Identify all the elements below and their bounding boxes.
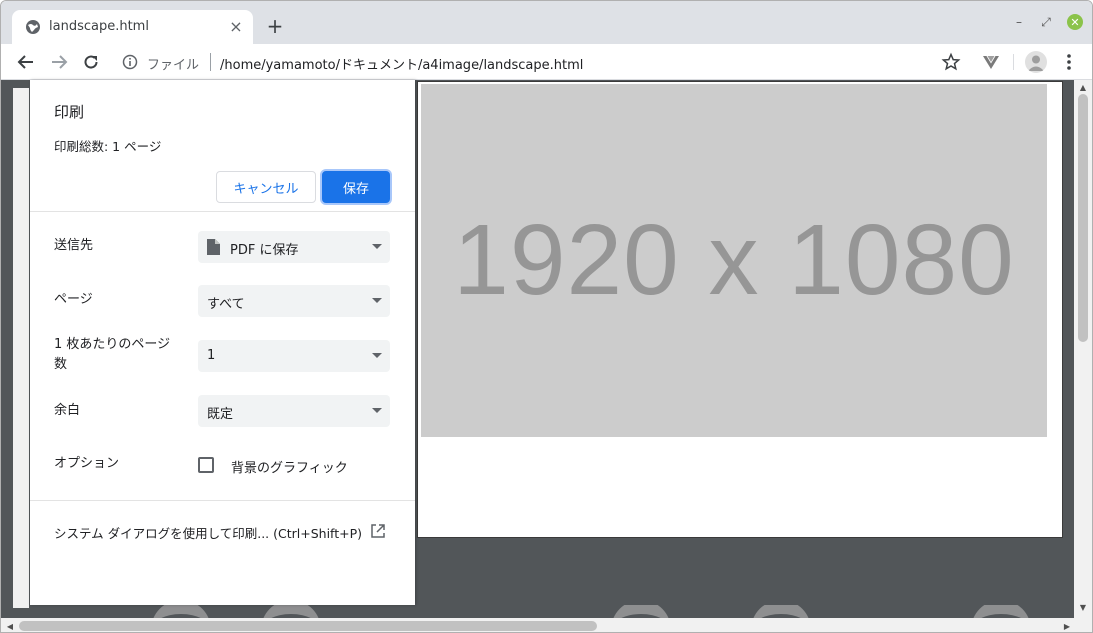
pages-per-sheet-label: 1 枚あたりのページ 数 [54,335,170,375]
preview-page: 1920 x 1080 [418,82,1062,537]
margins-select[interactable]: 既定 [198,395,390,427]
placeholder-image: 1920 x 1080 [421,84,1047,437]
page-background [13,88,29,608]
window-close-button[interactable]: ✕ [1067,14,1083,30]
scroll-right-icon[interactable]: ▶ [1061,620,1073,632]
destination-value: PDF に保存 [230,243,299,258]
pages-per-sheet-select[interactable]: 1 [198,340,390,372]
print-preview-area: 1920 x 1080 [415,80,1065,605]
tab-title: landscape.html [49,19,149,34]
pages-per-sheet-label-line1: 1 枚あたりのページ [54,337,171,352]
document-icon [207,239,220,255]
toolbar: ファイル /home/yamamoto/ドキュメント/a4image/lands… [1,44,1092,80]
address-bar[interactable]: ファイル /home/yamamoto/ドキュメント/a4image/lands… [115,48,995,76]
pages-select[interactable]: すべて [198,285,390,317]
new-tab-button[interactable]: + [265,14,285,38]
forward-button[interactable] [49,52,69,72]
minimize-button[interactable]: – [1011,14,1027,30]
cancel-button[interactable]: キャンセル [216,171,316,203]
tab-landscape[interactable]: landscape.html × [12,10,253,44]
system-dialog-link[interactable]: システム ダイアログを使用して印刷... (Ctrl+Shift+P) [54,523,362,542]
dropdown-arrow-icon [372,298,382,303]
avatar[interactable] [1025,51,1047,73]
scrollbar-corner [1074,618,1092,632]
more-menu-icon[interactable] [1059,52,1079,72]
pages-label: ページ [54,292,93,307]
placeholder-text: 1920 x 1080 [453,204,1015,316]
open-in-new-icon[interactable] [370,523,386,539]
url-text[interactable]: /home/yamamoto/ドキュメント/a4image/landscape.… [220,54,583,73]
destination-label: 送信先 [54,238,94,253]
print-dialog: 印刷 印刷総数: 1 ページ キャンセル 保存 送信先 PDF に保存 ページ … [30,80,415,605]
profile-icon [1028,55,1044,71]
vertical-scroll-thumb[interactable] [1078,94,1088,342]
url-separator [210,53,211,71]
footer-divider [30,500,415,501]
toolbar-separator [1013,54,1014,70]
dropdown-arrow-icon [372,353,382,358]
title-bar: landscape.html × + – ⤢ ✕ [1,1,1092,44]
options-label: オプション [54,456,120,471]
margins-value: 既定 [207,407,234,422]
star-icon[interactable] [941,52,961,72]
background-graphics-label[interactable]: 背景のグラフィック [231,457,348,476]
vue-extension-icon[interactable] [981,52,1001,72]
pages-per-sheet-label-line2: 数 [54,357,68,372]
print-summary: 印刷総数: 1 ページ [54,139,162,154]
save-button[interactable]: 保存 [322,171,390,203]
arrow-left-icon [17,55,33,69]
info-icon[interactable] [122,54,138,70]
scroll-up-icon[interactable]: ▲ [1078,82,1088,92]
reload-button[interactable] [81,52,101,72]
scroll-down-icon[interactable]: ▼ [1078,602,1088,612]
background-graphics-checkbox[interactable] [198,457,214,473]
destination-select[interactable]: PDF に保存 [198,231,390,263]
close-tab-icon[interactable]: × [227,17,245,36]
print-dialog-title: 印刷 [54,103,85,121]
horizontal-scroll-thumb[interactable] [19,621,597,631]
vertical-scrollbar[interactable]: ▲ ▼ [1074,80,1092,618]
dropdown-arrow-icon [372,408,382,413]
pages-per-sheet-value: 1 [207,348,216,363]
globe-icon [26,20,40,34]
dropdown-arrow-icon [372,244,382,249]
reload-icon [84,55,98,69]
header-divider [30,211,415,212]
browser-window: landscape.html × + – ⤢ ✕ ファイル /home/yama… [0,0,1093,633]
maximize-button[interactable]: ⤢ [1038,14,1054,30]
margins-label: 余白 [54,403,81,418]
back-button[interactable] [16,52,36,72]
scroll-left-icon[interactable]: ◀ [4,620,16,632]
url-scheme-label: ファイル [147,58,200,73]
pages-value: すべて [207,297,245,312]
arrow-right-icon [52,55,68,69]
horizontal-scrollbar[interactable]: ◀ ▶ [1,618,1074,632]
